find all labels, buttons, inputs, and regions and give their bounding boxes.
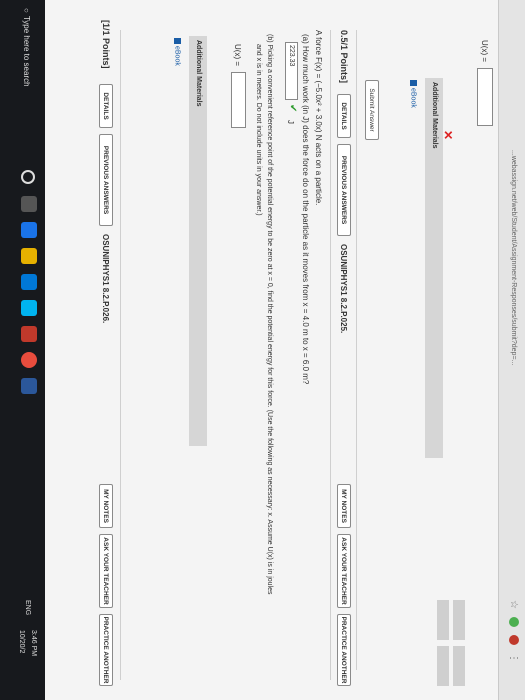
- address-bar-url[interactable]: ...webassign.net/web/Student/Assignment-…: [510, 150, 517, 365]
- side-tile[interactable]: [453, 646, 465, 686]
- my-notes-button[interactable]: MY NOTES: [337, 484, 351, 528]
- practice-another-button[interactable]: PRACTICE ANOTHER: [337, 614, 351, 686]
- next-question-points: [1/1 Points]: [101, 20, 111, 69]
- submit-answer-button[interactable]: Submit Answer: [365, 80, 379, 140]
- next-details-button[interactable]: DETAILS: [99, 84, 113, 128]
- browser-actions: ☆ ⋮: [508, 600, 519, 663]
- check-icon: ✔: [287, 104, 298, 113]
- details-button[interactable]: DETAILS: [337, 94, 351, 138]
- question-id: OSUNIPHYS1 8.2.P.025.: [339, 244, 348, 334]
- divider: [356, 30, 357, 670]
- browser-toolbar: ...webassign.net/web/Student/Assignment-…: [498, 0, 525, 700]
- divider: [330, 30, 331, 680]
- part-a-unit: J: [286, 120, 295, 124]
- question-intro: A force F(x) = (−5.0x² + 3.0x) N acts on…: [314, 30, 323, 206]
- screenshot: ...webassign.net/web/Student/Assignment-…: [0, 0, 525, 700]
- side-tile[interactable]: [453, 600, 465, 640]
- word-icon[interactable]: [21, 378, 37, 394]
- rotated-page: ...webassign.net/web/Student/Assignment-…: [0, 0, 525, 700]
- book-icon: [410, 80, 417, 86]
- menu-icon[interactable]: ⋮: [508, 653, 519, 663]
- extension-icon[interactable]: [509, 616, 519, 627]
- part-b-answer-field[interactable]: [231, 72, 246, 128]
- question-points: 0.5/1 Points]: [339, 30, 349, 84]
- edge-icon[interactable]: [21, 222, 37, 238]
- next-question-id: OSUNIPHYS1 8.2.P.026.: [101, 234, 110, 324]
- windows-taskbar: ○ Type here to search ENG 3:46 PM 10/20/2: [0, 0, 45, 700]
- search-placeholder: Type here to search: [22, 15, 31, 87]
- store-icon[interactable]: [21, 274, 37, 290]
- prev-additional-materials-label: Additional Materials: [431, 82, 438, 149]
- ebook-link[interactable]: eBook: [174, 38, 181, 66]
- next-practice-another-button[interactable]: PRACTICE ANOTHER: [99, 614, 113, 686]
- prev-additional-materials-bar: Additional Materials: [425, 78, 443, 458]
- additional-materials-bar: Additional Materials: [189, 36, 207, 446]
- wrong-mark-icon: ✕: [441, 130, 455, 141]
- side-panel: [385, 600, 465, 690]
- app-icon[interactable]: [21, 326, 37, 342]
- previous-answers-button[interactable]: PREVIOUS ANSWERS: [337, 144, 351, 236]
- prev-ux-input[interactable]: [477, 68, 493, 126]
- chrome-icon[interactable]: [21, 352, 37, 368]
- mail-icon[interactable]: [21, 300, 37, 316]
- additional-materials-label: Additional Materials: [195, 40, 202, 107]
- search-icon: ○: [22, 8, 31, 13]
- prev-ebook-label: eBook: [409, 88, 417, 108]
- clock-time[interactable]: 3:46 PM: [30, 630, 37, 656]
- divider: [120, 30, 121, 680]
- part-b-prompt-line2: and x is in meters. Do not include units…: [255, 44, 262, 216]
- part-b-ux-label: U(x) =: [233, 44, 242, 66]
- next-previous-answers-button[interactable]: PREVIOUS ANSWERS: [99, 134, 113, 226]
- ask-teacher-button[interactable]: ASK YOUR TEACHER: [337, 534, 351, 608]
- ebook-label: eBook: [173, 46, 181, 66]
- next-ask-teacher-button[interactable]: ASK YOUR TEACHER: [99, 534, 113, 608]
- clock-date[interactable]: 10/20/2: [18, 630, 25, 653]
- side-tile[interactable]: [437, 600, 449, 640]
- prev-ebook-link[interactable]: eBook: [410, 80, 417, 108]
- prev-ux-label: U(x) =: [480, 40, 489, 62]
- profile-icon[interactable]: [509, 634, 519, 645]
- side-tile[interactable]: [437, 646, 449, 686]
- next-my-notes-button[interactable]: MY NOTES: [99, 484, 113, 528]
- cortana-icon[interactable]: [21, 170, 35, 184]
- star-icon[interactable]: ☆: [508, 600, 519, 609]
- task-view-icon[interactable]: [21, 196, 37, 212]
- taskbar-search[interactable]: ○ Type here to search: [22, 8, 31, 87]
- part-a-answer-field[interactable]: 223.33: [285, 42, 298, 100]
- file-explorer-icon[interactable]: [21, 248, 37, 264]
- book-icon: [174, 38, 181, 44]
- language-indicator[interactable]: ENG: [24, 600, 31, 615]
- part-a-prompt: (a) How much work (in J) does the force …: [301, 34, 310, 385]
- part-b-prompt-line1: (b) Picking a convenient reference point…: [266, 34, 273, 595]
